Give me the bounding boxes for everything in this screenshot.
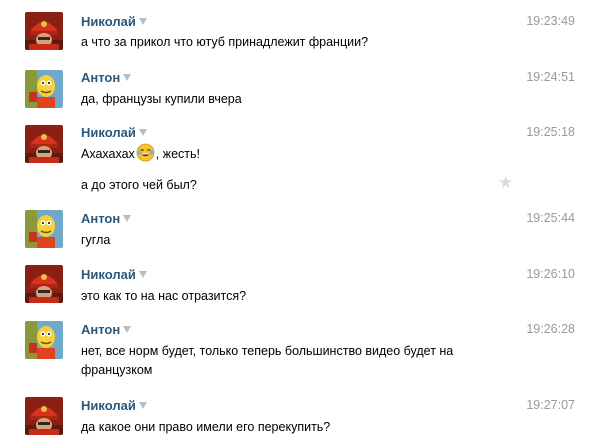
caret-down-icon[interactable]: [138, 271, 147, 278]
user-avatar[interactable]: [25, 397, 63, 435]
timestamp: 19:23:49: [526, 14, 575, 28]
message-text: нет, все норм будет, только теперь больш…: [81, 344, 454, 358]
caret-down-icon[interactable]: [123, 215, 132, 222]
author-name[interactable]: Антон: [81, 322, 132, 337]
author-name-text[interactable]: Николай: [81, 398, 136, 413]
caret-down-icon[interactable]: [123, 74, 132, 81]
timestamp: 19:26:10: [526, 267, 575, 281]
timestamp: 19:25:44: [526, 211, 575, 225]
author-name[interactable]: Антон: [81, 211, 132, 226]
message-text: да, французы купили вчера: [81, 92, 242, 106]
user-avatar[interactable]: [25, 125, 63, 163]
caret-down-icon[interactable]: [123, 326, 132, 333]
author-name-text[interactable]: Антон: [81, 211, 120, 226]
message-text: Ахахахах , жесть!: [81, 143, 200, 168]
caret-down-icon[interactable]: [138, 129, 147, 136]
author-name[interactable]: Антон: [81, 70, 132, 85]
caret-down-icon[interactable]: [138, 402, 147, 409]
message-text: а до этого чей был?: [81, 178, 197, 192]
author-name-text[interactable]: Антон: [81, 322, 120, 337]
author-name[interactable]: Николай: [81, 125, 147, 140]
timestamp: 19:26:28: [526, 322, 575, 336]
message-text: да какое они право имели его перекупить?: [81, 420, 331, 434]
message-text: гугла: [81, 233, 111, 247]
timestamp: 19:27:07: [526, 398, 575, 412]
message-text-part: Ахахахах: [81, 147, 135, 161]
author-name[interactable]: Николай: [81, 14, 147, 29]
user-avatar[interactable]: [25, 321, 63, 359]
star-icon[interactable]: ★: [498, 173, 513, 193]
message-text-part: , жесть!: [155, 147, 201, 161]
user-avatar[interactable]: [25, 265, 63, 303]
user-avatar[interactable]: [25, 12, 63, 50]
laughing-emoji-icon: [136, 143, 155, 168]
author-name[interactable]: Николай: [81, 398, 147, 413]
message-text: а что за прикол что ютуб принадлежит фра…: [81, 35, 369, 49]
author-name-text[interactable]: Антон: [81, 70, 120, 85]
caret-down-icon[interactable]: [138, 18, 147, 25]
author-name-text[interactable]: Николай: [81, 267, 136, 282]
user-avatar[interactable]: [25, 70, 63, 108]
timestamp: 19:24:51: [526, 70, 575, 84]
message-text: это как то на нас отразится?: [81, 289, 247, 303]
message-text: французком: [81, 363, 153, 377]
author-name-text[interactable]: Николай: [81, 14, 136, 29]
user-avatar[interactable]: [25, 210, 63, 248]
timestamp: 19:25:18: [526, 125, 575, 139]
author-name[interactable]: Николай: [81, 267, 147, 282]
author-name-text[interactable]: Николай: [81, 125, 136, 140]
